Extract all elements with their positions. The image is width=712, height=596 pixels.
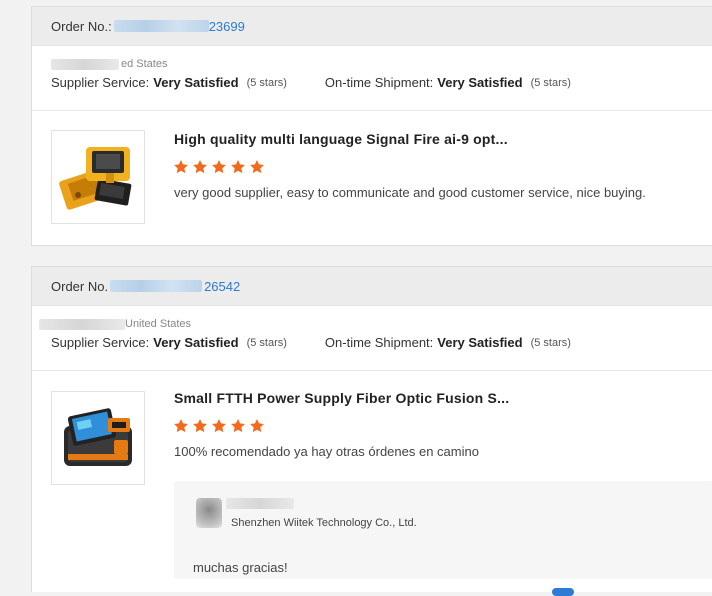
order-card: Order No. 26542 United States Supplier S… [31,266,712,592]
on-time-shipment-stars: (5 stars) [530,76,571,89]
scroll-indicator[interactable] [552,588,574,596]
redacted-order-prefix [110,280,203,292]
seller-avatar [196,498,222,528]
order-header: Order No.: 23699 [32,7,712,46]
supplier-service-stars: (5 stars) [246,76,287,89]
product-title-link[interactable]: High quality multi language Signal Fire … [174,131,508,147]
seller-name: Shenzhen Wiitek Technology Co., Ltd. [231,517,417,529]
redacted-reply-header [226,498,294,509]
fusion-splicer-yellow-icon[interactable] [51,130,145,224]
fusion-splicer-orange-icon[interactable] [51,391,145,485]
rating-stars [173,159,265,175]
on-time-shipment-value: Very Satisfied [437,75,523,90]
star-icon [250,419,264,433]
divider [32,370,712,371]
order-number[interactable]: 26542 [110,279,240,294]
star-icon [212,160,226,174]
order-number-suffix[interactable]: 26542 [204,279,240,294]
star-icon [193,419,207,433]
supplier-service-label: Supplier Service: [51,75,150,90]
on-time-shipment-label: On-time Shipment: [324,75,434,90]
reply-text: muchas gracias! [193,560,288,575]
on-time-shipment-value: Very Satisfied [437,335,523,350]
product-title-link[interactable]: Small FTTH Power Supply Fiber Optic Fusi… [174,390,509,406]
star-icon [231,160,245,174]
redacted-buyer-name [39,318,125,330]
redacted-buyer-name [51,58,119,70]
redacted-order-prefix [113,20,209,32]
on-time-shipment-label: On-time Shipment: [324,335,434,350]
seller-ratings: Supplier Service: Very Satisfied (5 star… [39,335,712,350]
supplier-service-label: Supplier Service: [51,335,150,350]
buyer-country: ed States [51,57,712,71]
order-number[interactable]: 23699 [113,19,245,34]
supplier-service-value: Very Satisfied [153,75,239,90]
rating-stars [173,418,265,434]
supplier-service-stars: (5 stars) [246,336,287,349]
buyer-country-label: ed States [121,58,168,70]
star-icon [212,419,226,433]
star-icon [231,419,245,433]
on-time-shipment-stars: (5 stars) [530,336,571,349]
star-icon [193,160,207,174]
order-number-label: Order No. [51,278,109,294]
order-header: Order No. 26542 [32,267,712,306]
order-number-label: Order No.: [51,18,112,34]
review-comment: 100% recomendado ya hay otras órdenes en… [174,444,479,459]
divider [32,110,712,111]
star-icon [250,160,264,174]
seller-reply: Shenzhen Wiitek Technology Co., Ltd. muc… [174,481,712,579]
review-comment: very good supplier, easy to communicate … [174,185,646,200]
order-number-suffix[interactable]: 23699 [209,19,245,34]
seller-ratings: Supplier Service: Very Satisfied (5 star… [51,75,712,90]
star-icon [174,419,188,433]
buyer-country-label: United States [125,318,192,330]
star-icon [174,160,188,174]
supplier-service-value: Very Satisfied [153,335,239,350]
buyer-country: United States [39,317,712,331]
order-card: Order No.: 23699 ed States Supplier Serv… [31,6,712,246]
